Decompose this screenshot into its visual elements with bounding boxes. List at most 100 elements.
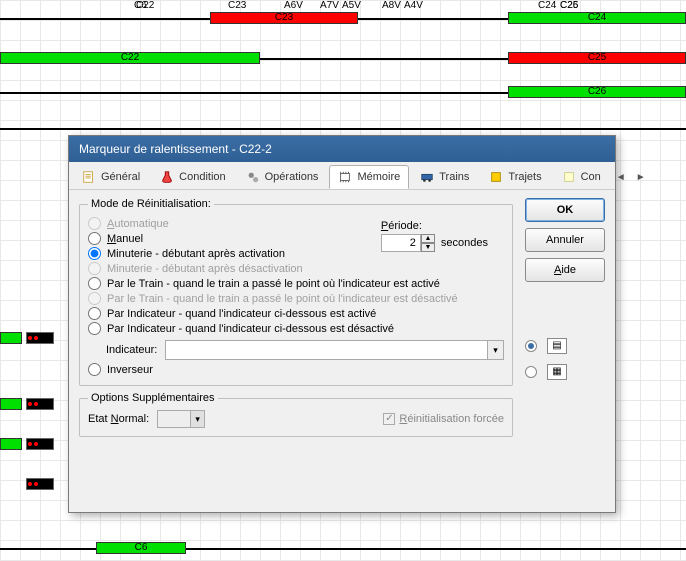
block-c6: C6 xyxy=(96,542,186,554)
tab-label: Opérations xyxy=(265,171,319,183)
radio-label: Par le Train - quand le train a passé le… xyxy=(107,278,440,290)
spin-down[interactable]: ▼ xyxy=(421,243,435,252)
radio-label: Par Indicateur - quand l'indicateur ci-d… xyxy=(107,308,376,320)
signal xyxy=(26,398,54,410)
radio-label: Minuterie - débutant après désactivation xyxy=(107,263,303,275)
indicateur-label: Indicateur: xyxy=(106,344,157,356)
reset-mode-legend: Mode de Réinitialisation: xyxy=(88,198,214,210)
tab-operations[interactable]: Opérations xyxy=(237,165,328,189)
block-c25: C25 xyxy=(508,52,686,64)
marker-icon-stack: ▦ xyxy=(547,364,567,380)
ok-button[interactable]: OK xyxy=(525,198,605,222)
block-c24: C24 xyxy=(508,12,686,24)
block-mini xyxy=(0,332,22,344)
cancel-button[interactable]: Annuler xyxy=(525,228,605,252)
radio-train-act-input[interactable] xyxy=(88,277,101,290)
tab-label: Général xyxy=(101,171,140,183)
radio-min-deact-input xyxy=(88,262,101,275)
reinit-label: éinitialisation forcée xyxy=(407,413,504,425)
tab-general[interactable]: Général xyxy=(73,165,149,189)
radio-ind-deact-input[interactable] xyxy=(88,322,101,335)
block-mini xyxy=(0,398,22,410)
tab-con[interactable]: Con xyxy=(553,165,610,189)
radio-inverseur[interactable]: Inverseur xyxy=(88,362,504,377)
periode-label: ériode: xyxy=(388,220,422,232)
label-a8v: A8V xyxy=(382,0,401,11)
options-sup-legend: Options Supplémentaires xyxy=(88,392,218,404)
indicateur-combo[interactable]: ▾ xyxy=(165,340,504,360)
dialog-marqueur: Marqueur de ralentissement - C22-2 Génér… xyxy=(68,135,616,513)
radio-label: utomatique xyxy=(114,218,168,230)
radio-label: Par le Train - quand le train a passé le… xyxy=(107,293,458,305)
etat-normal-value[interactable] xyxy=(157,410,191,428)
radio-ind-act-input[interactable] xyxy=(88,307,101,320)
periode-unit: secondes xyxy=(441,237,488,249)
radio-ind-deact[interactable]: Par Indicateur - quand l'indicateur ci-d… xyxy=(88,321,504,336)
radio-label: Par Indicateur - quand l'indicateur ci-d… xyxy=(107,323,394,335)
radio-label: Inverseur xyxy=(107,364,153,376)
tab-label: Trajets xyxy=(508,171,541,183)
tab-label: Condition xyxy=(179,171,225,183)
etat-normal-combo[interactable]: ▾ xyxy=(157,410,205,428)
tab-trains[interactable]: Trains xyxy=(411,165,478,189)
signal xyxy=(26,438,54,450)
checkbox-icon: ✓ xyxy=(383,413,395,425)
block-c22: C22 xyxy=(0,52,260,64)
page-icon xyxy=(82,170,96,184)
periode-spinner[interactable]: ▲ ▼ xyxy=(381,234,435,252)
periode-input[interactable] xyxy=(381,234,421,252)
radio-inverseur-input[interactable] xyxy=(88,363,101,376)
radio-automatique-input xyxy=(88,217,101,230)
radio-minuterie-deactivation: Minuterie - débutant après désactivation xyxy=(88,261,504,276)
marker-radio-1[interactable] xyxy=(525,340,537,352)
tab-trajets[interactable]: Trajets xyxy=(480,165,550,189)
memory-icon xyxy=(338,170,352,184)
block-mini xyxy=(0,438,22,450)
marker-radio-2[interactable] xyxy=(525,366,537,378)
spin-up[interactable]: ▲ xyxy=(421,234,435,243)
label-c24: C24 xyxy=(538,0,556,11)
radio-train-deact: Par le Train - quand le train a passé le… xyxy=(88,291,504,306)
tab-scroll-left[interactable]: ◄ xyxy=(612,170,630,185)
marker-icon-single: ▤ xyxy=(547,338,567,354)
radio-ind-act[interactable]: Par Indicateur - quand l'indicateur ci-d… xyxy=(88,306,504,321)
tab-label: Con xyxy=(581,171,601,183)
radio-manuel-input[interactable] xyxy=(88,232,101,245)
radio-min-act-input[interactable] xyxy=(88,247,101,260)
signal xyxy=(26,332,54,344)
radio-train-act[interactable]: Par le Train - quand le train a passé le… xyxy=(88,276,504,291)
indicateur-input[interactable] xyxy=(165,340,488,360)
help-button[interactable]: Aide xyxy=(525,258,605,282)
tab-label: Mémoire xyxy=(357,171,400,183)
note-icon xyxy=(562,170,576,184)
reset-mode-group: Mode de Réinitialisation: Automatique Ma… xyxy=(79,198,513,386)
tab-memoire[interactable]: Mémoire xyxy=(329,165,409,189)
etat-normal-drop[interactable]: ▾ xyxy=(191,410,205,428)
radio-train-deact-input xyxy=(88,292,101,305)
block-c23: C23 xyxy=(210,12,358,24)
radio-label: Minuterie - débutant après activation xyxy=(107,248,285,260)
options-sup-group: Options Supplémentaires Etat Normal: ▾ ✓… xyxy=(79,392,513,437)
marker-icon-toggle: ▤ ▦ xyxy=(525,338,605,380)
radio-label: anuel xyxy=(116,233,143,245)
tab-scroll-right[interactable]: ► xyxy=(632,170,650,185)
flask-icon xyxy=(160,170,174,184)
signal xyxy=(26,478,54,490)
train-icon xyxy=(420,170,434,184)
reinit-forcee-check: ✓ Réinitialisation forcée xyxy=(383,413,504,425)
label-c23: C23 xyxy=(228,0,246,11)
label-c6: C6 xyxy=(134,0,147,11)
tab-condition[interactable]: Condition xyxy=(151,165,234,189)
dialog-titlebar[interactable]: Marqueur de ralentissement - C22-2 xyxy=(69,136,615,162)
label-a7v: A7V xyxy=(320,0,339,11)
tab-label: Trains xyxy=(439,171,469,183)
label-a4v: A4V xyxy=(404,0,423,11)
label-c26: C26 xyxy=(560,0,578,11)
indicateur-drop[interactable]: ▾ xyxy=(488,340,504,360)
etat-label: Etat xyxy=(88,413,111,425)
gears-icon xyxy=(246,170,260,184)
label-a6v: A6V xyxy=(284,0,303,11)
route-icon xyxy=(489,170,503,184)
dialog-title: Marqueur de ralentissement - C22-2 xyxy=(79,142,272,156)
block-c26: C26 xyxy=(508,86,686,98)
